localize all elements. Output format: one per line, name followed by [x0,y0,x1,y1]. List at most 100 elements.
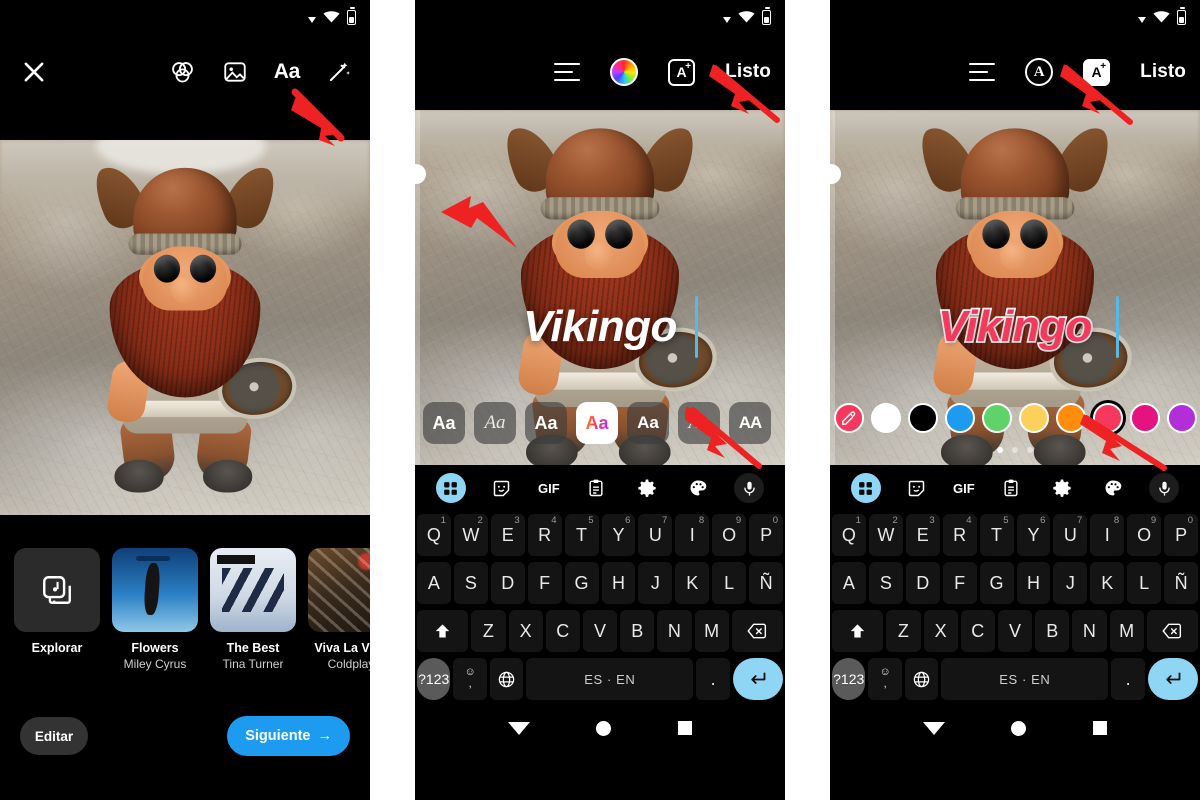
color-swatch-blue[interactable] [944,403,975,433]
color-swatch-pink[interactable] [1092,403,1123,433]
color-palette[interactable] [830,403,1200,433]
keyboard-row-3[interactable]: ZXCVBNM [415,607,785,655]
key-H[interactable]: H [601,562,636,604]
keyboard-toolbar[interactable]: GIF [830,465,1200,511]
key-R[interactable]: 4R [942,514,977,556]
key-E[interactable]: 3E [490,514,525,556]
key-W[interactable]: 2W [453,514,488,556]
key-P[interactable]: 0P [749,514,784,556]
key-M[interactable]: M [694,610,729,652]
font-option[interactable]: Aa [474,402,516,444]
enter-key[interactable] [1147,658,1198,700]
key-R[interactable]: 4R [527,514,562,556]
key-M[interactable]: M [1109,610,1144,652]
key-I[interactable]: 8I [675,514,710,556]
close-icon[interactable] [20,58,48,86]
align-icon[interactable] [969,63,996,81]
keyboard-toolbar[interactable]: GIF [415,465,785,511]
key-S[interactable]: S [453,562,488,604]
android-navbar[interactable] [830,703,1200,753]
color-swatch-black[interactable] [907,403,938,433]
filters-icon[interactable] [169,59,196,86]
theme-icon[interactable] [683,473,713,503]
emoji-comma-key[interactable]: ☺, [453,658,487,700]
apps-icon[interactable] [850,473,881,503]
image-icon[interactable] [222,59,248,85]
font-picker[interactable]: Aa Aa Aa Aa Aa Aa AA [415,401,785,445]
done-button[interactable]: Listo [1140,61,1186,83]
space-key[interactable]: ES · EN [941,658,1109,700]
key-L[interactable]: L [712,562,747,604]
key-L[interactable]: L [1127,562,1162,604]
text-effects-icon[interactable]: A + [1083,58,1111,86]
settings-icon[interactable] [632,473,662,503]
color-swatch-orange[interactable] [1055,403,1086,433]
back-icon[interactable] [508,721,531,735]
key-Ñ[interactable]: Ñ [749,562,784,604]
font-option[interactable]: Aa [576,402,618,444]
gif-icon[interactable]: GIF [953,473,975,503]
backspace-key[interactable] [1146,610,1199,652]
key-D[interactable]: D [490,562,525,604]
keyboard-row-2[interactable]: ASDFGHJKLÑ [415,559,785,607]
shift-key[interactable] [417,610,469,652]
sticker-icon[interactable] [487,473,517,503]
keyboard-row-1[interactable]: 1Q2W3E4R5T6Y7U8I9O0P [830,511,1200,559]
key-E[interactable]: 3E [905,514,940,556]
font-option[interactable]: Aa [678,402,720,444]
key-Z[interactable]: Z [471,610,506,652]
color-swatch-green[interactable] [981,403,1012,433]
key-W[interactable]: 2W [868,514,903,556]
key-K[interactable]: K [675,562,710,604]
key-O[interactable]: 9O [712,514,747,556]
recents-icon[interactable] [1092,721,1107,735]
globe-key[interactable] [489,658,524,700]
music-carousel[interactable]: Explorar Flowers Miley Cyrus The Best Tina T… [0,548,370,671]
text-effects-icon[interactable]: A + [668,58,696,86]
key-Z[interactable]: Z [886,610,921,652]
music-card[interactable]: Viva La Vida Coldplay [308,548,370,671]
mic-icon[interactable] [734,473,765,503]
enter-key[interactable] [732,658,783,700]
settings-icon[interactable] [1047,473,1077,503]
key-V[interactable]: V [997,610,1033,652]
home-icon[interactable] [596,720,612,736]
text-icon[interactable]: Aa [274,60,301,84]
key-T[interactable]: 5T [564,514,599,556]
period-key[interactable]: . [696,658,730,700]
keyboard-row-1[interactable]: 1Q2W3E4R5T6Y7U8I9O0P [415,511,785,559]
key-F[interactable]: F [942,562,977,604]
photo-canvas[interactable] [0,140,370,515]
key-N[interactable]: N [1072,610,1107,652]
clipboard-icon[interactable] [996,473,1026,503]
mic-icon[interactable] [1149,473,1180,503]
key-V[interactable]: V [582,610,618,652]
music-card[interactable]: Flowers Miley Cyrus [112,548,198,671]
key-X[interactable]: X [923,610,958,652]
key-C[interactable]: C [960,610,995,652]
key-B[interactable]: B [620,610,655,652]
next-button[interactable]: Siguiente → [227,716,350,756]
magic-wand-icon[interactable] [326,59,352,85]
key-P[interactable]: 0P [1164,514,1199,556]
key-H[interactable]: H [1016,562,1051,604]
key-A[interactable]: A [416,562,451,604]
keyboard-row-4[interactable]: ?123 ☺, ES · EN. [830,655,1200,703]
key-N[interactable]: N [657,610,692,652]
gif-icon[interactable]: GIF [538,473,560,503]
theme-icon[interactable] [1098,473,1128,503]
symbols-key[interactable]: ?123 [417,658,451,700]
key-B[interactable]: B [1035,610,1070,652]
sticker-icon[interactable] [902,473,932,503]
key-U[interactable]: 7U [1053,514,1088,556]
symbols-key[interactable]: ?123 [832,658,866,700]
key-O[interactable]: 9O [1127,514,1162,556]
key-A[interactable]: A [831,562,866,604]
key-C[interactable]: C [545,610,580,652]
key-K[interactable]: K [1090,562,1125,604]
color-swatch-yellow[interactable] [1018,403,1049,433]
key-T[interactable]: 5T [979,514,1014,556]
keyboard-row-2[interactable]: ASDFGHJKLÑ [830,559,1200,607]
key-Y[interactable]: 6Y [601,514,636,556]
key-S[interactable]: S [868,562,903,604]
